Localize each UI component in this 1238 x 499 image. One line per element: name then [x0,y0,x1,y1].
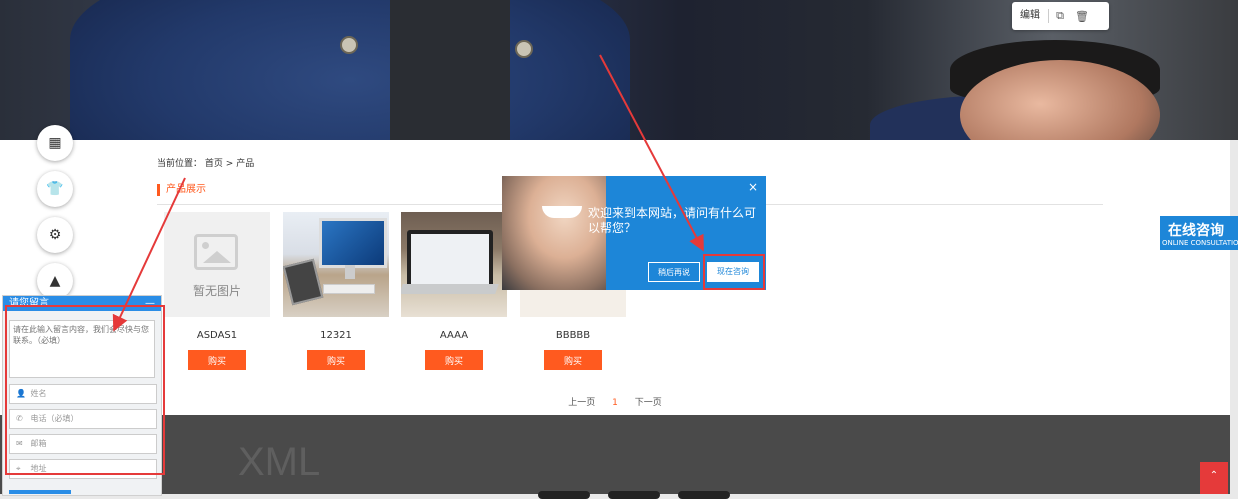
product-name[interactable]: ASDAS1 [164,330,270,341]
product-card: AAAA 购买 [401,212,507,370]
footer-logo: XML [238,440,321,484]
gear-icon: ⚙ [48,227,62,243]
rocket-button[interactable]: ▲ [37,263,73,299]
product-card: 12321 购买 [283,212,389,370]
chat-message: 欢迎来到本网站，请问有什么可以帮您？ [588,206,757,235]
settings-button[interactable]: ⚙ [37,217,73,253]
back-to-top-button[interactable]: ⌃ [1200,462,1228,494]
online-consult-button[interactable]: 在线咨询 ONLINE CONSULTATION [1160,216,1238,250]
copy-icon[interactable]: ⧉ [1049,9,1071,23]
edit-button[interactable]: 编辑 [1012,9,1049,23]
current-page[interactable]: 1 [612,398,618,408]
annotation-box [703,254,765,290]
later-button[interactable]: 稍后再说 [648,262,700,282]
online-consult-title: 在线咨询 [1168,223,1224,239]
breadcrumb-home[interactable]: 首页 [205,159,223,169]
footer-link[interactable] [678,491,730,499]
buy-button[interactable]: 购买 [307,350,365,370]
no-image-text: 暂无图片 [192,284,241,298]
desk-monitor-shape [319,218,387,268]
tshirt-icon: 👕 [46,181,64,197]
rocket-icon: ▲ [49,273,61,289]
grid-menu-button[interactable]: ▦ [37,125,73,161]
desk-stand-shape [345,265,355,279]
product-name[interactable]: BBBBB [520,330,626,341]
close-icon[interactable]: × [748,180,758,194]
product-image[interactable] [401,212,507,317]
breadcrumb: 当前位置： 首页 > 产品 [157,156,254,169]
desk-keyboard-shape [323,284,375,294]
pagination: 上一页 1 下一页 [0,395,1230,408]
edit-toolbar: 编辑 ⧉ 🗑 [1012,2,1109,30]
laptop-screen-shape [407,230,493,288]
grid-icon: ▦ [48,135,62,151]
submit-button[interactable] [9,490,71,494]
product-card: 暂无图片 ASDAS1 购买 [164,212,270,370]
annotation-box [5,305,165,475]
product-name[interactable]: AAAA [401,330,507,341]
breadcrumb-current[interactable]: 产品 [236,159,254,169]
buy-button[interactable]: 购买 [425,350,483,370]
hero-button-detail [340,36,358,54]
product-name[interactable]: 12321 [283,330,389,341]
desk-tablet-shape [283,258,324,306]
image-placeholder-icon [194,234,238,270]
laptop-base-shape [401,284,499,294]
product-image[interactable]: 暂无图片 [164,212,270,317]
footer-link[interactable] [538,491,590,499]
product-image[interactable] [283,212,389,317]
buy-button[interactable]: 购买 [188,350,246,370]
hero-jacket [70,0,630,140]
chevron-up-icon: ⌃ [1209,470,1219,481]
section-title: 产品展示 [157,184,206,196]
tshirt-button[interactable]: 👕 [37,171,73,207]
hero-shirt [390,0,510,140]
breadcrumb-separator: > [225,159,234,169]
hero-button-detail [515,40,533,58]
online-consult-subtitle: ONLINE CONSULTATION [1162,239,1238,247]
prev-page-link[interactable]: 上一页 [568,398,595,408]
footer-link[interactable] [608,491,660,499]
next-page-link[interactable]: 下一页 [635,398,662,408]
trash-icon[interactable]: 🗑 [1071,10,1093,23]
footer: XML [0,415,1230,499]
buy-button[interactable]: 购买 [544,350,602,370]
breadcrumb-prefix: 当前位置： [157,159,203,169]
